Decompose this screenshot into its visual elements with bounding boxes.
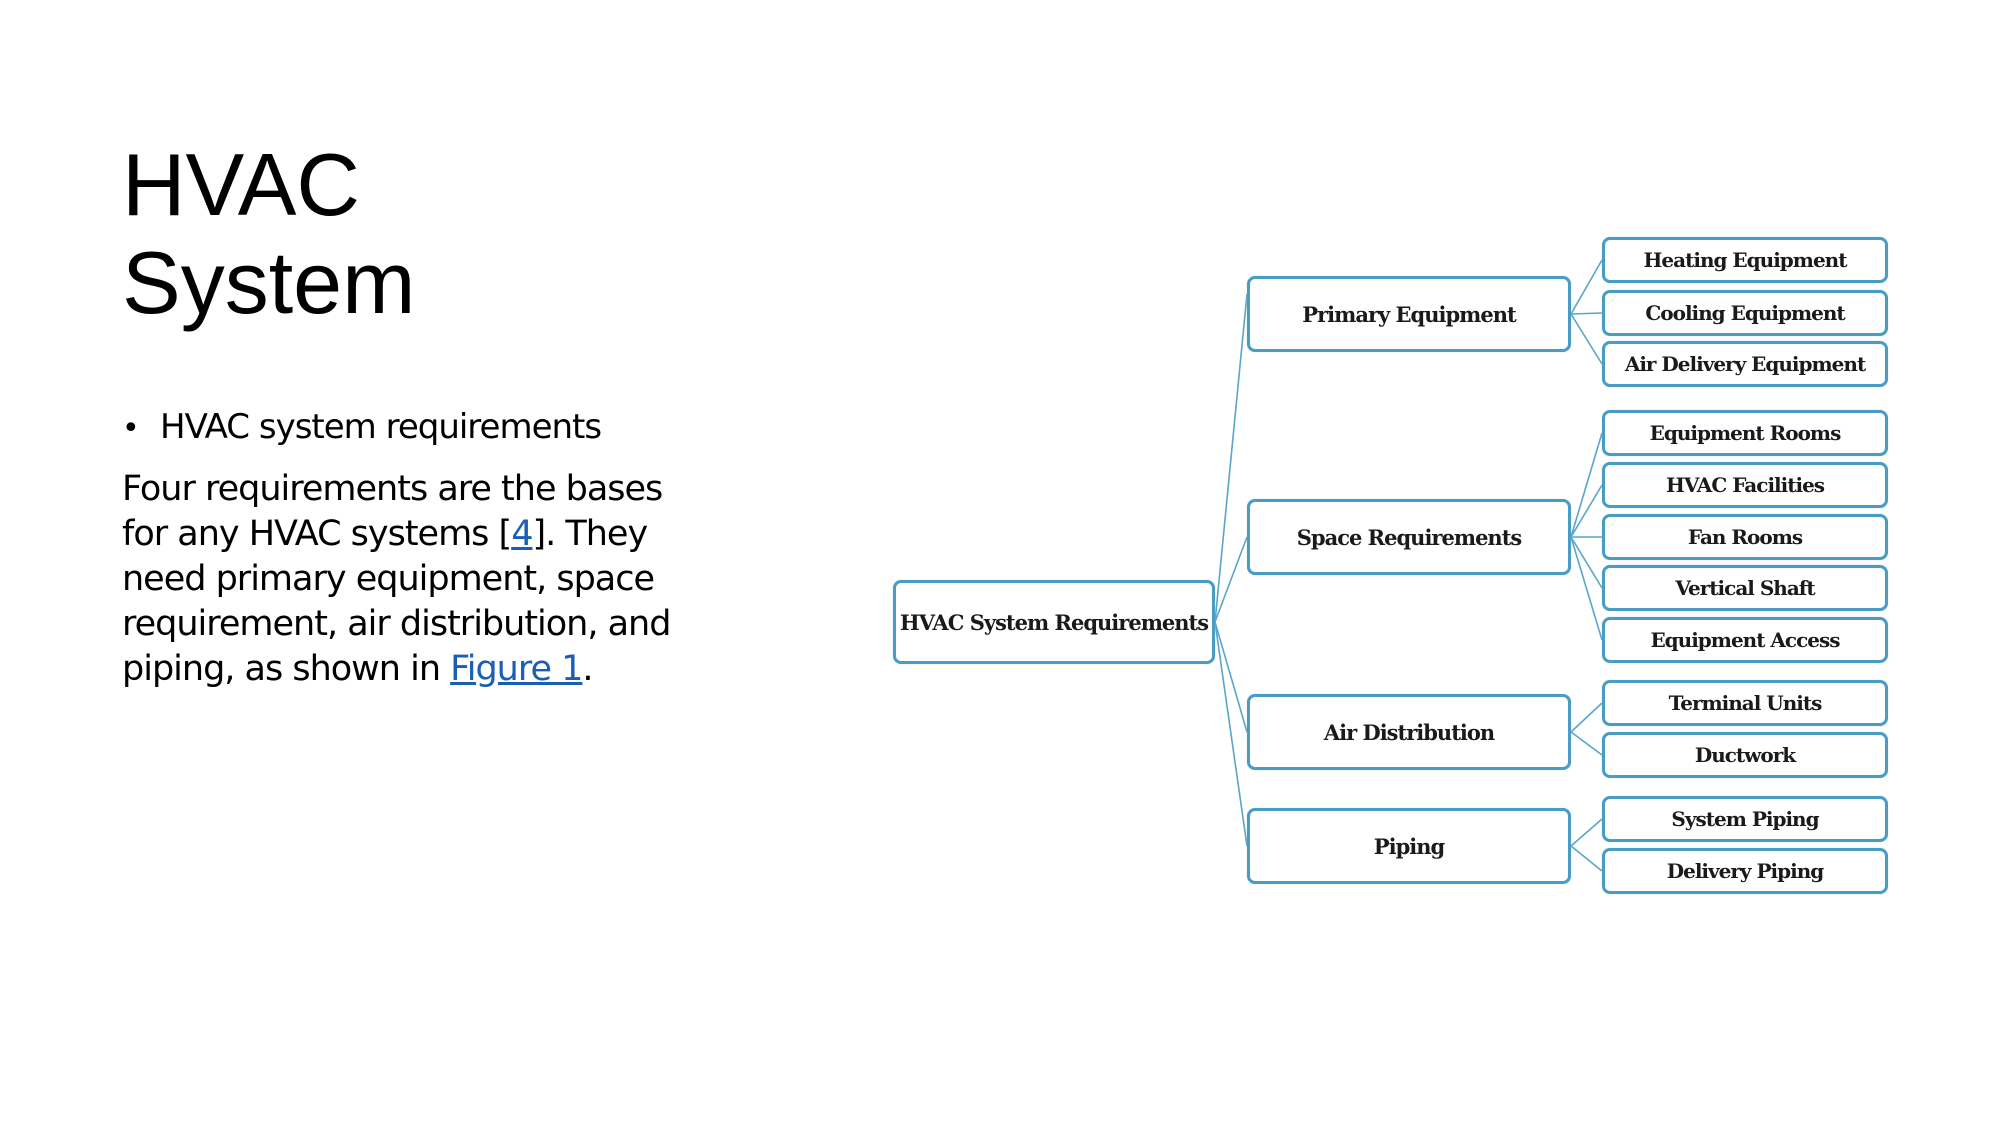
- leaf-node-hvac-facilities: HVAC Facilities: [1602, 462, 1888, 508]
- leaf-node-delivery-piping-label: Delivery Piping: [1666, 859, 1824, 883]
- diagram-root-node: HVAC System Requirements: [893, 580, 1215, 664]
- leaf-node-terminal-units-label: Terminal Units: [1668, 691, 1823, 715]
- connector-root-to-branch: [1214, 621, 1248, 733]
- branch-node-air-distribution: Air Distribution: [1247, 694, 1571, 770]
- branch-node-primary-equipment-label: Primary Equipment: [1302, 301, 1516, 327]
- branch-node-space-requirements-label: Space Requirements: [1296, 524, 1522, 550]
- leaf-node-delivery-piping: Delivery Piping: [1602, 848, 1888, 894]
- connector-branch-to-leaf: [1570, 536, 1603, 589]
- connector-branch-to-leaf: [1570, 432, 1603, 538]
- connector-branch-to-leaf: [1570, 731, 1603, 756]
- leaf-node-equipment-rooms: Equipment Rooms: [1602, 410, 1888, 456]
- connector-root-to-branch: [1214, 536, 1248, 623]
- leaf-node-equipment-access-label: Equipment Access: [1650, 628, 1840, 652]
- branch-node-piping-label: Piping: [1373, 833, 1445, 859]
- branch-node-air-distribution-label: Air Distribution: [1323, 719, 1495, 745]
- paragraph-text-3: .: [582, 649, 593, 689]
- leaf-node-vertical-shaft: Vertical Shaft: [1602, 565, 1888, 611]
- slide-body: • HVAC system requirements Four requirem…: [122, 405, 682, 692]
- leaf-node-heating-equipment: Heating Equipment: [1602, 237, 1888, 283]
- leaf-node-fan-rooms: Fan Rooms: [1602, 514, 1888, 560]
- leaf-node-vertical-shaft-label: Vertical Shaft: [1675, 576, 1815, 600]
- connector-branch-to-leaf: [1570, 312, 1603, 315]
- bullet-icon: •: [122, 411, 140, 446]
- connector-branch-to-leaf: [1570, 818, 1603, 847]
- leaf-node-heating-equipment-label: Heating Equipment: [1643, 248, 1848, 272]
- leaf-node-air-delivery-equipment-label: Air Delivery Equipment: [1624, 352, 1866, 376]
- leaf-node-system-piping: System Piping: [1602, 796, 1888, 842]
- connector-branch-to-leaf: [1570, 259, 1603, 315]
- leaf-node-ductwork: Ductwork: [1602, 732, 1888, 778]
- branch-node-primary-equipment: Primary Equipment: [1247, 276, 1571, 352]
- title-line-1: HVAC: [122, 135, 360, 234]
- leaf-node-hvac-facilities-label: HVAC Facilities: [1665, 473, 1825, 497]
- connector-root-to-branch: [1214, 293, 1248, 623]
- connector-branch-to-leaf: [1570, 845, 1603, 872]
- connector-branch-to-leaf: [1570, 484, 1603, 538]
- connector-root-to-branch: [1214, 621, 1248, 847]
- connector-branch-to-leaf: [1570, 702, 1603, 733]
- bullet-item: • HVAC system requirements: [122, 405, 682, 451]
- leaf-node-system-piping-label: System Piping: [1671, 807, 1819, 831]
- slide-title: HVAC System: [122, 136, 415, 332]
- leaf-node-equipment-access: Equipment Access: [1602, 617, 1888, 663]
- leaf-node-fan-rooms-label: Fan Rooms: [1687, 525, 1803, 549]
- figure-link[interactable]: Figure 1: [450, 649, 583, 689]
- branch-node-space-requirements: Space Requirements: [1247, 499, 1571, 575]
- leaf-node-terminal-units: Terminal Units: [1602, 680, 1888, 726]
- diagram-root-node-label: HVAC System Requirements: [899, 609, 1209, 635]
- leaf-node-ductwork-label: Ductwork: [1694, 743, 1796, 767]
- leaf-node-cooling-equipment-label: Cooling Equipment: [1645, 301, 1845, 325]
- body-paragraph: Four requirements are the bases for any …: [122, 467, 682, 692]
- slide: HVAC System • HVAC system requirements F…: [0, 0, 2000, 1125]
- bullet-text: HVAC system requirements: [160, 407, 602, 447]
- leaf-node-equipment-rooms-label: Equipment Rooms: [1649, 421, 1842, 445]
- leaf-node-cooling-equipment: Cooling Equipment: [1602, 290, 1888, 336]
- leaf-node-air-delivery-equipment: Air Delivery Equipment: [1602, 341, 1888, 387]
- branch-node-piping: Piping: [1247, 808, 1571, 884]
- reference-link[interactable]: 4: [511, 514, 533, 554]
- connector-branch-to-leaf: [1570, 313, 1603, 365]
- connector-branch-to-leaf: [1570, 536, 1603, 641]
- title-line-2: System: [122, 233, 416, 332]
